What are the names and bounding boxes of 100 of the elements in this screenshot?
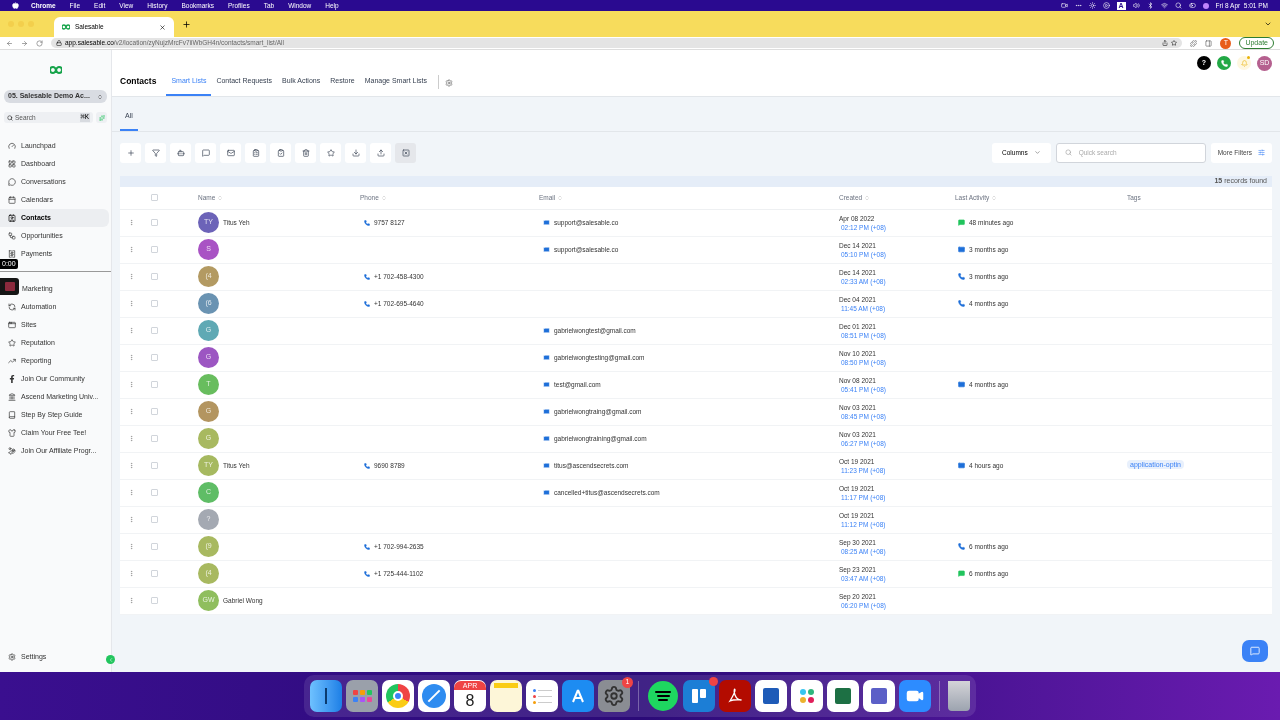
video-icon: [1060, 2, 1068, 9]
trash-can-icon[interactable]: [948, 681, 970, 711]
mail-icon: [543, 327, 550, 334]
board-app-icon[interactable]: [683, 680, 715, 712]
phone-icon: [364, 543, 370, 550]
checkbox[interactable]: [150, 219, 158, 226]
checkbox[interactable]: [150, 300, 158, 307]
square-x-icon: [401, 148, 410, 157]
phone-icon: [958, 543, 965, 550]
phone-icon: [364, 273, 370, 280]
back-icon[interactable]: [6, 39, 13, 47]
chat-button[interactable]: [1242, 640, 1268, 662]
sort-icon[interactable]: [991, 194, 998, 201]
toolbar-button[interactable]: [345, 142, 366, 163]
toolbar-button[interactable]: [370, 142, 391, 163]
clipboard-check-icon: [276, 148, 285, 157]
side-panel-icon[interactable]: [1205, 39, 1213, 47]
toolbar-button[interactable]: [295, 142, 316, 163]
toolbar-button[interactable]: [145, 142, 166, 163]
checkbox[interactable]: [150, 246, 158, 253]
pdf-app-icon[interactable]: [719, 680, 751, 712]
sort-icon[interactable]: [380, 194, 387, 201]
checkbox[interactable]: [150, 194, 158, 201]
phone-button[interactable]: [1217, 56, 1231, 70]
checkbox[interactable]: [150, 408, 158, 415]
extensions-icon[interactable]: [1190, 39, 1198, 47]
reload-icon[interactable]: [36, 39, 43, 47]
mail-icon: [958, 381, 965, 388]
sort-icon[interactable]: [217, 194, 224, 201]
refresh-icon: [8, 303, 16, 311]
bell-icon: [1240, 59, 1248, 67]
compass-app-icon[interactable]: [418, 680, 450, 712]
star-icon: [8, 339, 16, 347]
video-camera-app-icon[interactable]: [899, 680, 931, 712]
sound-waves-app-icon[interactable]: [647, 680, 679, 712]
chevron-down-icon: [1033, 149, 1041, 156]
toolbar-button[interactable]: [245, 142, 266, 163]
control-center-icon: [1188, 2, 1196, 9]
quick-add-button[interactable]: [96, 112, 107, 123]
toolbar-button[interactable]: [170, 142, 191, 163]
toolbar-button[interactable]: [320, 142, 341, 163]
mail-icon: [226, 148, 235, 157]
sort-icon[interactable]: [557, 194, 564, 201]
word-processor-app-icon[interactable]: [755, 680, 787, 712]
settings-icon: [8, 653, 16, 661]
mail-icon: [543, 408, 550, 415]
checkbox[interactable]: [150, 597, 158, 604]
volume-icon: [1132, 2, 1140, 9]
collapse-button[interactable]: [106, 655, 115, 664]
mail-icon: [958, 246, 965, 253]
new-tab-icon[interactable]: [182, 19, 191, 29]
chevron-left-icon: [107, 656, 114, 663]
mail-icon: [543, 219, 550, 226]
browser-app-icon[interactable]: [382, 680, 414, 712]
toolbar-button[interactable]: [395, 142, 416, 163]
toolbar-button[interactable]: [270, 142, 291, 163]
checkbox[interactable]: [150, 543, 158, 550]
sun-icon: [1088, 2, 1096, 9]
checkbox[interactable]: [150, 462, 158, 469]
checklist-app-icon[interactable]: [526, 680, 558, 712]
phone-icon: [364, 219, 370, 226]
close-tab-icon[interactable]: [159, 23, 166, 31]
bookmark-icon[interactable]: [1171, 40, 1178, 46]
toolbar-button[interactable]: [120, 142, 141, 163]
sort-icon[interactable]: [864, 194, 871, 201]
workflow-icon: [8, 232, 16, 240]
message-icon: [958, 219, 965, 226]
checkbox[interactable]: [150, 435, 158, 442]
toolbar-button[interactable]: [195, 142, 216, 163]
mail-icon: [543, 462, 550, 469]
browser-window-icon: [8, 321, 16, 329]
checkbox[interactable]: [150, 489, 158, 496]
hash-app-icon[interactable]: [791, 680, 823, 712]
settings-icon[interactable]: [444, 79, 453, 87]
checkbox[interactable]: [150, 570, 158, 577]
trash-icon: [301, 148, 310, 157]
tab-search-icon[interactable]: [1264, 20, 1272, 28]
spreadsheet-app-icon[interactable]: [827, 680, 859, 712]
wifi-icon: [1160, 2, 1168, 9]
notepad-app-icon[interactable]: [490, 680, 522, 712]
team-app-icon[interactable]: [863, 680, 895, 712]
checkbox[interactable]: [150, 327, 158, 334]
grid-app-icon[interactable]: [346, 680, 378, 712]
contact-card-icon: [8, 214, 16, 222]
play-icon: [1102, 2, 1110, 9]
toolbar-button[interactable]: [220, 142, 241, 163]
share-icon[interactable]: [1162, 40, 1169, 46]
phone-icon: [364, 462, 370, 469]
checkbox[interactable]: [150, 381, 158, 388]
checkbox[interactable]: [150, 354, 158, 361]
checkbox[interactable]: [150, 273, 158, 280]
checkbox[interactable]: [150, 516, 158, 523]
phone-icon: [958, 273, 965, 280]
clipboard-icon: [251, 148, 260, 157]
stop-recording-button[interactable]: [0, 278, 19, 295]
forward-icon[interactable]: [21, 39, 28, 47]
notifications-button[interactable]: [1237, 56, 1251, 70]
siri-icon: [1202, 2, 1209, 9]
facebook-icon: [8, 375, 16, 383]
a-shape-app-icon[interactable]: [562, 680, 594, 712]
